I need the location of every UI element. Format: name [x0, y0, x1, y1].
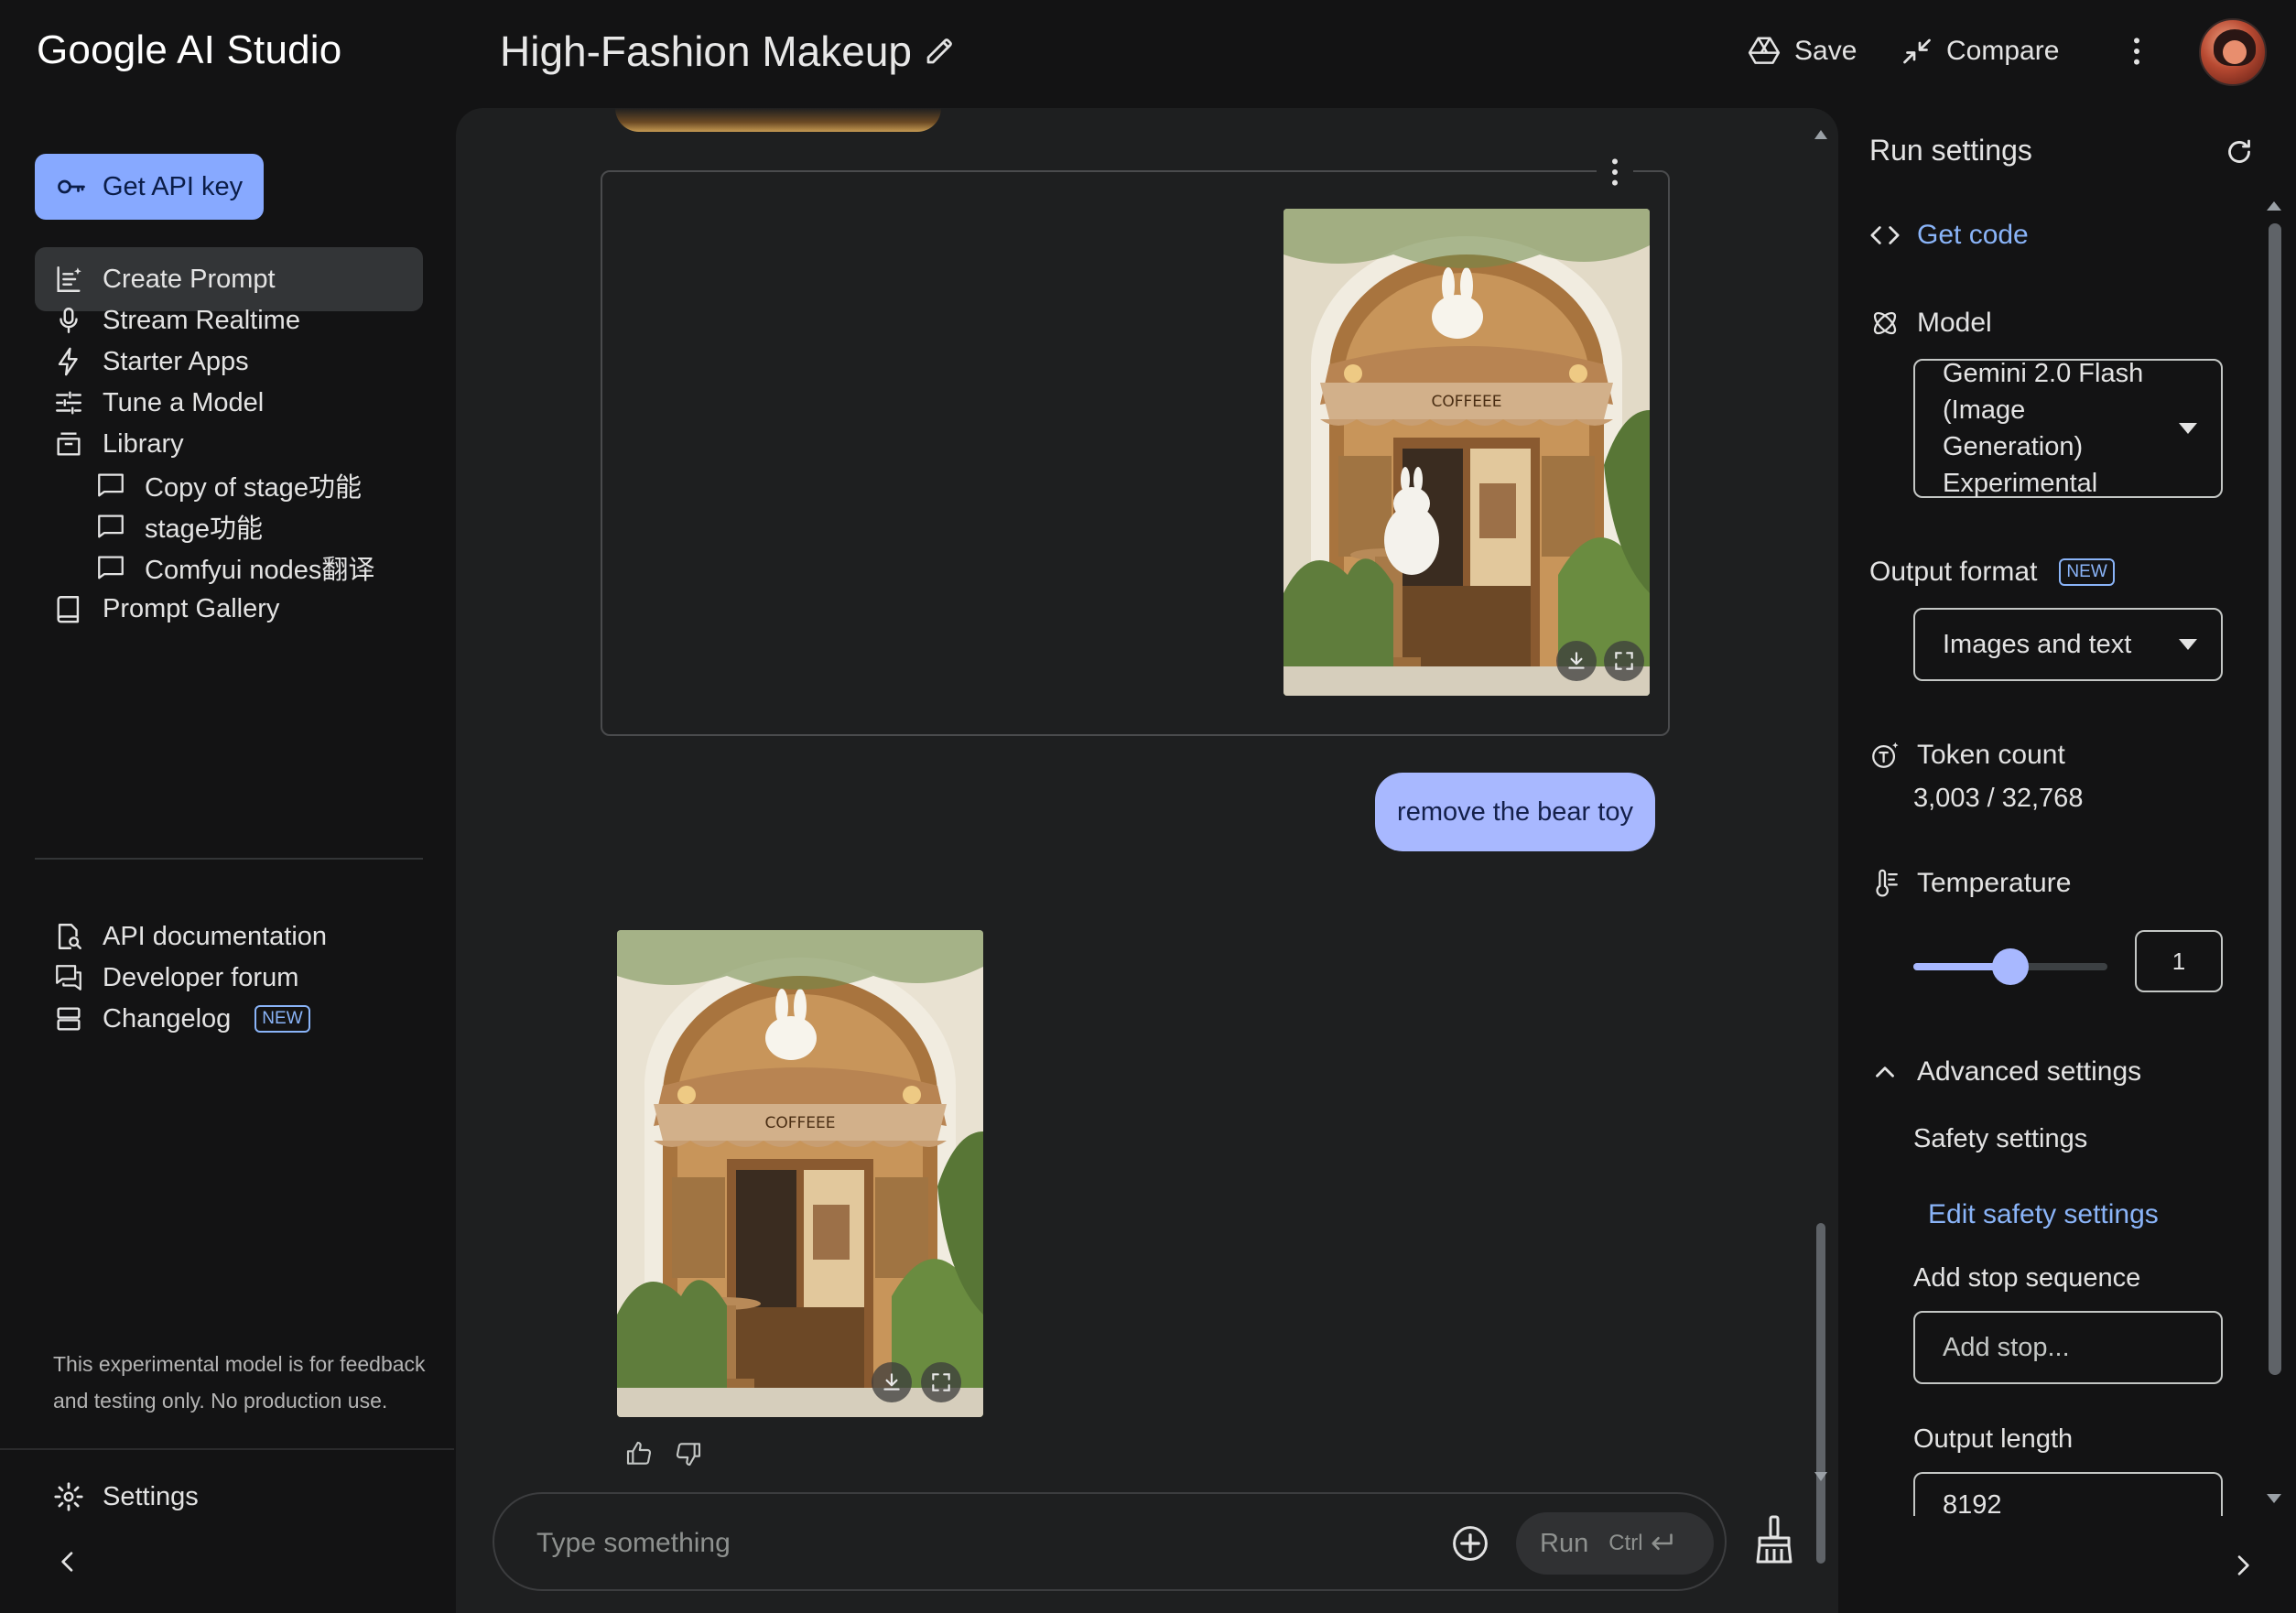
- top-bar: Google AI Studio High-Fashion Makeup Sav…: [0, 0, 2296, 108]
- gallery-icon: [53, 593, 84, 624]
- dropdown-caret-icon: [2179, 423, 2197, 434]
- get-code-label: Get code: [1917, 220, 2029, 250]
- coffee-sign-text: COFFEEE: [1431, 393, 1501, 411]
- run-settings-panel: Run settings Get code Model Gemini 2.0 F…: [1840, 108, 2296, 1613]
- sidebar-footer-divider: [0, 1448, 454, 1450]
- app-brand[interactable]: Google AI Studio: [37, 27, 341, 73]
- model-select[interactable]: Gemini 2.0 Flash (Image Generation) Expe…: [1913, 359, 2223, 498]
- token-icon: [1869, 740, 1901, 771]
- reset-settings-icon[interactable]: [2223, 135, 2256, 168]
- download-icon[interactable]: [1556, 641, 1597, 681]
- stop-sequence-input[interactable]: [1913, 1311, 2223, 1384]
- chevron-up-icon: [1869, 1056, 1901, 1088]
- save-button[interactable]: Save: [1747, 29, 1857, 73]
- safety-settings-label: Safety settings: [1913, 1124, 2088, 1153]
- scroll-down-arrow[interactable]: [1813, 1470, 1829, 1483]
- run-button[interactable]: Run Ctrl: [1516, 1512, 1714, 1575]
- output-format-label: Output format: [1869, 557, 2038, 587]
- fullscreen-icon[interactable]: [921, 1362, 961, 1402]
- advanced-settings-toggle[interactable]: Advanced settings: [1869, 1056, 2141, 1088]
- scroll-up-arrow[interactable]: [1813, 128, 1829, 141]
- drive-icon: [1747, 34, 1782, 69]
- left-sidebar: Get API key Create Prompt Stream Realtim…: [0, 108, 454, 1613]
- model-label-row: Model: [1869, 308, 1992, 339]
- new-badge: NEW: [255, 1005, 310, 1033]
- edit-title-icon[interactable]: [923, 35, 956, 68]
- more-options-icon[interactable]: [2118, 33, 2155, 70]
- clear-chat-broom-icon[interactable]: [1754, 1514, 1794, 1564]
- run-settings-title: Run settings: [1869, 134, 2032, 167]
- gear-icon: [53, 1481, 84, 1512]
- thumbs-down-icon[interactable]: [674, 1439, 703, 1468]
- get-api-key-button[interactable]: Get API key: [35, 154, 264, 220]
- chat-panel: COFFEEE remove the bear toy COFFEEE Type…: [456, 108, 1838, 1613]
- avatar[interactable]: [2199, 18, 2267, 86]
- model-select-value: Gemini 2.0 Flash (Image Generation) Expe…: [1943, 359, 2144, 498]
- sidebar-item-label: Prompt Gallery: [103, 593, 280, 623]
- get-code-link[interactable]: Get code: [1869, 220, 2029, 251]
- chevron-left-icon[interactable]: [53, 1547, 82, 1576]
- add-media-icon[interactable]: [1450, 1523, 1490, 1564]
- temperature-slider[interactable]: [1913, 948, 2107, 985]
- advanced-settings-label: Advanced settings: [1917, 1056, 2142, 1087]
- scroll-up-arrow[interactable]: [2265, 200, 2283, 212]
- experimental-disclaimer: This experimental model is for feedback …: [53, 1352, 426, 1413]
- prompt-title[interactable]: High-Fashion Makeup: [500, 27, 912, 76]
- chevron-right-icon[interactable]: [2228, 1551, 2258, 1580]
- key-icon: [55, 170, 88, 203]
- output-length-label: Output length: [1913, 1424, 2074, 1454]
- sidebar-item-prompt-gallery[interactable]: Prompt Gallery: [35, 577, 423, 641]
- token-count-value: 3,003 / 32,768: [1913, 784, 2084, 813]
- temperature-label-row: Temperature: [1869, 868, 2071, 899]
- scroll-down-arrow[interactable]: [2265, 1492, 2283, 1505]
- token-count-label-row: Token count: [1869, 740, 2065, 771]
- code-icon: [1869, 220, 1901, 251]
- run-shortcut-key: Ctrl: [1608, 1531, 1643, 1555]
- more-options-icon[interactable]: [1597, 154, 1633, 190]
- chat-scrollbar[interactable]: [1816, 1223, 1825, 1564]
- sidebar-divider: [35, 858, 423, 860]
- download-icon[interactable]: [872, 1362, 912, 1402]
- stop-sequence-label: Add stop sequence: [1913, 1263, 2141, 1293]
- edit-safety-settings-link[interactable]: Edit safety settings: [1928, 1199, 2159, 1230]
- thumbs-up-icon[interactable]: [624, 1439, 654, 1468]
- model-label: Model: [1917, 308, 1992, 338]
- fullscreen-icon[interactable]: [1604, 641, 1644, 681]
- new-badge: NEW: [2059, 558, 2115, 586]
- sidebar-item-label: Changelog: [103, 1003, 232, 1034]
- save-label: Save: [1794, 36, 1857, 66]
- thermometer-icon: [1869, 868, 1901, 899]
- generated-image[interactable]: COFFEEE: [1283, 209, 1650, 696]
- output-format-select[interactable]: Images and text: [1913, 608, 2223, 681]
- get-api-key-label: Get API key: [103, 171, 244, 201]
- enter-key-icon: [1649, 1532, 1674, 1554]
- settings-scrollbar[interactable]: [2269, 223, 2281, 1375]
- compare-label: Compare: [1946, 36, 2060, 66]
- slider-thumb[interactable]: [1992, 948, 2029, 985]
- user-message-bubble: remove the bear toy: [1375, 773, 1655, 851]
- token-count-label: Token count: [1917, 740, 2065, 770]
- compare-button[interactable]: Compare: [1901, 29, 2059, 73]
- coffee-sign-text: COFFEEE: [764, 1114, 835, 1132]
- sidebar-item-settings[interactable]: Settings: [35, 1465, 423, 1529]
- output-format-value: Images and text: [1943, 629, 2132, 659]
- generated-image[interactable]: COFFEEE: [617, 930, 983, 1417]
- prompt-input[interactable]: [536, 1518, 1360, 1569]
- run-label: Run: [1540, 1528, 1589, 1558]
- sidebar-item-label: Settings: [103, 1481, 199, 1511]
- temperature-input[interactable]: 1: [2135, 930, 2223, 992]
- prompt-input-bar: Run Ctrl: [493, 1492, 1727, 1591]
- previous-image-edge: [615, 108, 941, 132]
- output-format-label-row: Output format NEW: [1869, 557, 2115, 588]
- dropdown-caret-icon: [2179, 639, 2197, 650]
- temperature-label: Temperature: [1917, 868, 2072, 898]
- changelog-icon: [53, 1003, 84, 1034]
- sidebar-item-changelog[interactable]: Changelog NEW: [35, 987, 423, 1051]
- model-icon: [1869, 308, 1901, 339]
- compare-icon: [1901, 35, 1933, 68]
- run-shortcut: Ctrl: [1608, 1531, 1673, 1556]
